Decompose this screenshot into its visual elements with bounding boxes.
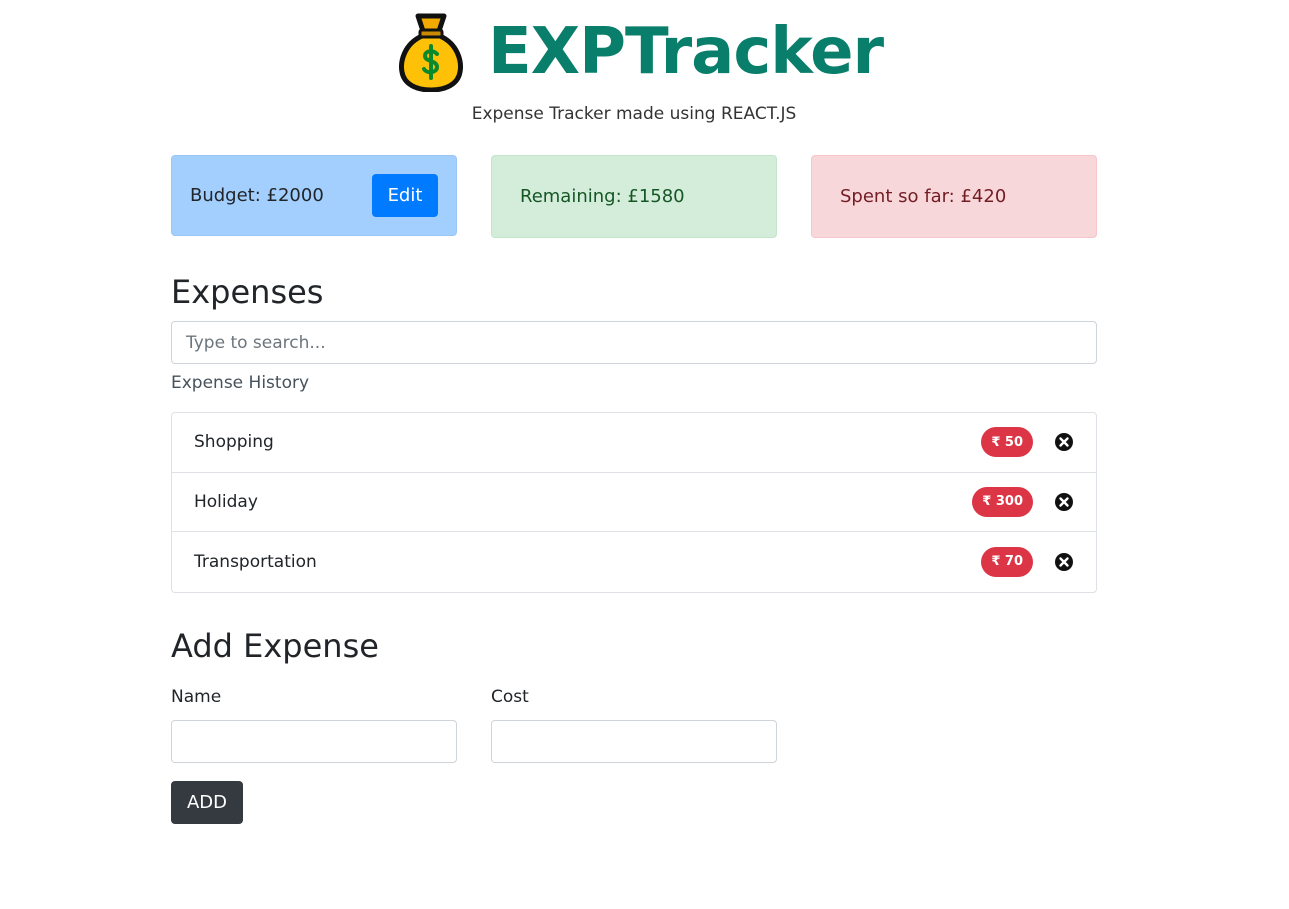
expenses-heading: Expenses bbox=[171, 273, 324, 311]
budget-text: Budget: £2000 bbox=[190, 185, 324, 206]
edit-budget-button[interactable]: Edit bbox=[372, 174, 438, 217]
expense-history-label: Expense History bbox=[171, 373, 310, 393]
expense-cost-badge: ₹ 50 bbox=[981, 427, 1033, 458]
close-circle-icon[interactable] bbox=[1054, 432, 1074, 452]
name-label: Name bbox=[171, 687, 222, 707]
add-expense-heading: Add Expense bbox=[171, 627, 379, 665]
close-circle-icon[interactable] bbox=[1054, 492, 1074, 512]
expense-cost-badge: ₹ 70 bbox=[981, 546, 1033, 577]
expense-name: Shopping bbox=[194, 432, 274, 453]
expense-cost-badge: ₹ 300 bbox=[972, 486, 1033, 517]
list-item: Shopping ₹ 50 bbox=[172, 413, 1096, 473]
close-circle-icon[interactable] bbox=[1054, 552, 1074, 572]
list-item: Holiday ₹ 300 bbox=[172, 473, 1096, 532]
app-title: EXPTracker bbox=[488, 15, 884, 89]
budget-card: Budget: £2000 Edit bbox=[171, 155, 457, 236]
app-root: EXPTracker Expense Tracker made using RE… bbox=[0, 0, 1289, 909]
expense-list: Shopping ₹ 50 Holiday ₹ 300 Transportati… bbox=[171, 412, 1097, 593]
app-subtitle: Expense Tracker made using REACT.JS bbox=[471, 104, 797, 124]
money-bag-icon bbox=[399, 13, 463, 92]
expense-name: Holiday bbox=[194, 491, 258, 512]
remaining-text: Remaining: £1580 bbox=[520, 186, 685, 207]
name-field[interactable] bbox=[171, 720, 457, 763]
cost-label: Cost bbox=[491, 687, 529, 707]
remaining-card: Remaining: £1580 bbox=[491, 155, 777, 238]
expense-name: Transportation bbox=[194, 551, 317, 572]
list-item: Transportation ₹ 70 bbox=[172, 532, 1096, 592]
spent-text: Spent so far: £420 bbox=[840, 186, 1007, 207]
search-input[interactable] bbox=[171, 321, 1097, 364]
add-expense-button[interactable]: ADD bbox=[171, 781, 243, 824]
brand: EXPTracker bbox=[398, 12, 884, 92]
spent-card: Spent so far: £420 bbox=[811, 155, 1097, 238]
cost-field[interactable] bbox=[491, 720, 777, 763]
